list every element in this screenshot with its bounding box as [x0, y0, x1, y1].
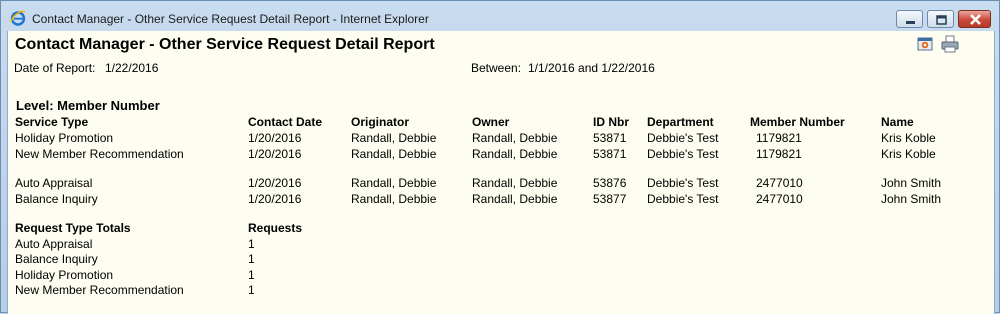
minimize-icon [906, 21, 915, 24]
report-page: Contact Manager - Other Service Request … [7, 31, 995, 314]
totals-request-type: New Member Recommendation [15, 283, 184, 297]
cell-originator: Randall, Debbie [351, 131, 437, 145]
title-bar[interactable]: Contact Manager - Other Service Request … [1, 1, 999, 31]
cell-originator: Randall, Debbie [351, 176, 437, 190]
print-icon[interactable] [940, 34, 960, 54]
close-button[interactable] [958, 10, 991, 28]
cell-name: John Smith [881, 176, 942, 190]
cell-owner: Randall, Debbie [472, 192, 558, 206]
cell-id-nbr: 53871 [593, 131, 627, 145]
cell-department: Debbie's Test [647, 131, 719, 145]
col-header-name: Name [881, 115, 914, 129]
cell-owner: Randall, Debbie [472, 176, 558, 190]
cell-service-type: Auto Appraisal [15, 176, 93, 190]
cell-contact-date: 1/20/2016 [248, 147, 302, 161]
between-value: 1/1/2016 and 1/22/2016 [528, 61, 655, 75]
window-title: Contact Manager - Other Service Request … [32, 12, 429, 26]
restore-button[interactable] [927, 10, 954, 28]
totals-request-type: Holiday Promotion [15, 268, 114, 282]
close-icon [970, 14, 981, 25]
cell-name: Kris Koble [881, 147, 936, 161]
cell-originator: Randall, Debbie [351, 192, 437, 206]
between-label: Between: [471, 61, 522, 75]
totals-request-type: Balance Inquiry [15, 252, 98, 266]
cell-id-nbr: 53871 [593, 147, 627, 161]
cell-service-type: New Member Recommendation [15, 147, 184, 161]
cell-service-type: Balance Inquiry [15, 192, 98, 206]
totals-header-request-type: Request Type Totals [15, 221, 131, 235]
cell-member-number: 1179821 [756, 131, 802, 145]
cell-name: Kris Koble [881, 131, 936, 145]
cell-member-number: 1179821 [756, 147, 802, 161]
level-heading: Level: Member Number [16, 98, 160, 113]
cell-id-nbr: 53877 [593, 192, 627, 206]
totals-header-requests: Requests [248, 221, 303, 235]
minimize-button[interactable] [896, 10, 923, 28]
cell-department: Debbie's Test [647, 176, 719, 190]
cell-contact-date: 1/20/2016 [248, 176, 302, 190]
cell-member-number: 2477010 [756, 176, 803, 190]
date-of-report-label: Date of Report: [14, 61, 96, 75]
totals-requests: 1 [248, 237, 255, 251]
cell-contact-date: 1/20/2016 [248, 192, 302, 206]
col-header-originator: Originator [351, 115, 410, 129]
cell-name: John Smith [881, 192, 942, 206]
col-header-contact-date: Contact Date [248, 115, 323, 129]
col-header-department: Department [647, 115, 714, 129]
export-icon[interactable] [915, 34, 935, 54]
report-title: Contact Manager - Other Service Request … [15, 36, 435, 53]
cell-member-number: 2477010 [756, 192, 803, 206]
totals-requests: 1 [248, 268, 255, 282]
col-header-service-type: Service Type [15, 115, 89, 129]
cell-contact-date: 1/20/2016 [248, 131, 302, 145]
cell-owner: Randall, Debbie [472, 131, 558, 145]
col-header-member-number: Member Number [750, 115, 845, 129]
date-of-report-value: 1/22/2016 [105, 61, 159, 75]
cell-originator: Randall, Debbie [351, 147, 437, 161]
col-header-id-nbr: ID Nbr [593, 115, 629, 129]
col-header-owner: Owner [472, 115, 510, 129]
cell-id-nbr: 53876 [593, 176, 627, 190]
restore-icon [936, 15, 947, 25]
cell-department: Debbie's Test [647, 147, 719, 161]
totals-requests: 1 [248, 252, 255, 266]
cell-service-type: Holiday Promotion [15, 131, 114, 145]
totals-requests: 1 [248, 283, 255, 297]
cell-owner: Randall, Debbie [472, 147, 558, 161]
internet-explorer-icon [10, 10, 26, 26]
totals-request-type: Auto Appraisal [15, 237, 93, 251]
cell-department: Debbie's Test [647, 192, 719, 206]
browser-window: Contact Manager - Other Service Request … [0, 0, 1000, 314]
